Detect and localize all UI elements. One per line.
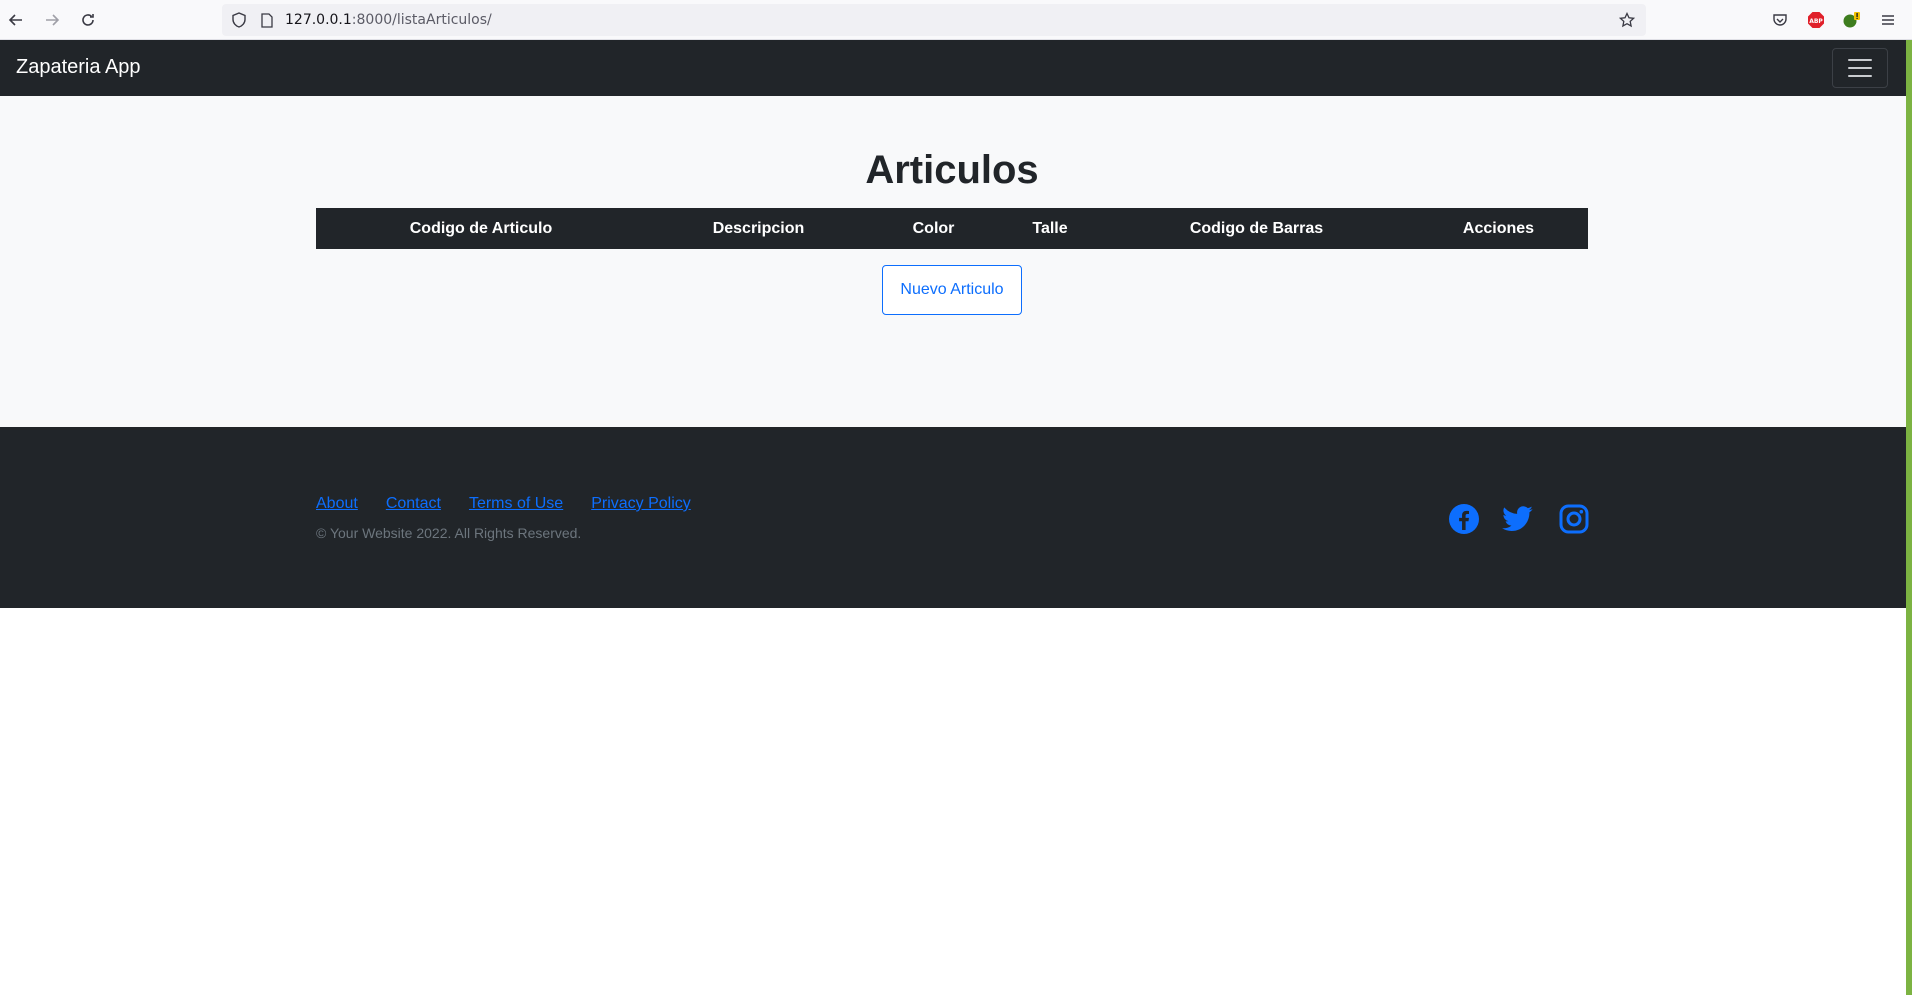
pocket-icon[interactable]: [1768, 8, 1792, 32]
twitter-icon[interactable]: [1502, 503, 1534, 535]
navbar-toggler-button[interactable]: [1832, 48, 1888, 88]
footer: About Contact Terms of Use Privacy Polic…: [0, 427, 1906, 608]
url-host: 127.0.0.1: [285, 12, 352, 28]
nuevo-articulo-button[interactable]: Nuevo Articulo: [882, 265, 1022, 315]
window-edge: [1906, 40, 1912, 995]
adblock-icon[interactable]: ABP: [1804, 8, 1828, 32]
footer-link-contact[interactable]: Contact: [386, 495, 441, 513]
articulos-table-header: Codigo de Articulo Descripcion Color Tal…: [316, 208, 1588, 249]
navbar: Zapateria App: [0, 40, 1906, 96]
url-path: :8000/listaArticulos/: [351, 12, 492, 28]
footer-link-terms[interactable]: Terms of Use: [469, 495, 563, 513]
main-section: Articulos Codigo de Articulo Descripcion…: [0, 96, 1906, 427]
page-title: Articulos: [865, 148, 1039, 192]
instagram-icon[interactable]: [1558, 503, 1590, 535]
column-header-descripcion: Descripcion: [712, 219, 805, 237]
copyright-text: © Your Website 2022. All Rights Reserved…: [316, 525, 582, 541]
menu-icon[interactable]: [1876, 8, 1900, 32]
footer-links: About Contact Terms of Use Privacy Polic…: [316, 495, 691, 513]
column-header-codigo-articulo: Codigo de Articulo: [409, 219, 553, 237]
page-icon: [258, 11, 276, 29]
svg-text:ABP: ABP: [1809, 18, 1823, 25]
forward-icon[interactable]: [40, 8, 64, 32]
column-header-codigo-barras: Codigo de Barras: [1189, 219, 1324, 237]
shield-icon[interactable]: [230, 11, 248, 29]
url-text[interactable]: 127.0.0.1:8000/listaArticulos/: [285, 12, 492, 28]
extension-warning-icon[interactable]: [1840, 8, 1864, 32]
column-header-acciones: Acciones: [1462, 219, 1535, 237]
hamburger-line: [1848, 67, 1872, 69]
browser-toolbar: 127.0.0.1:8000/listaArticulos/ ABP: [0, 0, 1912, 40]
navbar-brand[interactable]: Zapateria App: [16, 56, 141, 79]
hamburger-line: [1848, 75, 1872, 77]
footer-link-privacy[interactable]: Privacy Policy: [591, 495, 691, 513]
reload-icon[interactable]: [76, 8, 100, 32]
footer-link-about[interactable]: About: [316, 495, 358, 513]
bookmark-star-icon[interactable]: [1618, 11, 1636, 29]
column-header-color: Color: [912, 219, 955, 237]
facebook-icon[interactable]: [1448, 503, 1480, 535]
column-header-talle: Talle: [1032, 219, 1068, 237]
hamburger-icon: [1848, 59, 1872, 61]
back-icon[interactable]: [4, 8, 28, 32]
url-bar[interactable]: 127.0.0.1:8000/listaArticulos/: [222, 4, 1646, 36]
